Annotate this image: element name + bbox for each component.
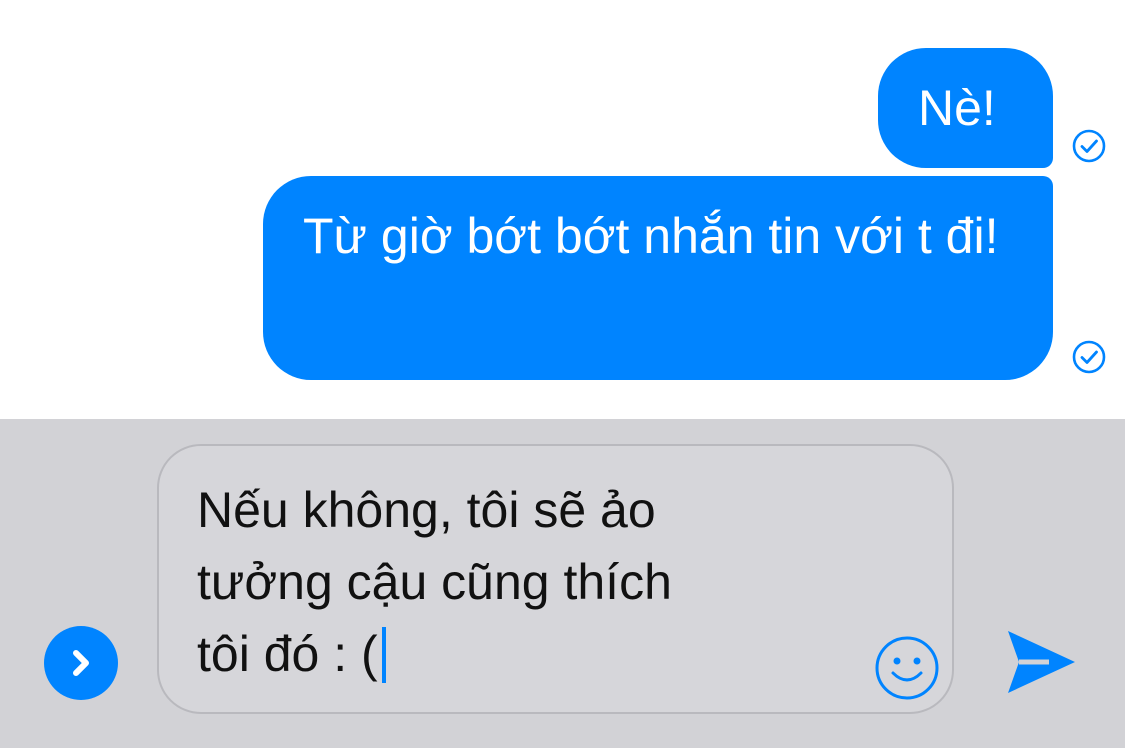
expand-actions-button[interactable]: [44, 626, 118, 700]
text-caret: [381, 627, 386, 683]
message-list: Nè! Từ giờ bớt bớt nhắn tin với t đi!: [0, 0, 1125, 419]
message-input-text: Nếu không, tôi sẽ ảo tưởng cậu cũng thíc…: [197, 474, 797, 690]
message-text: Từ giờ bớt bớt nhắn tin với t đi!: [303, 208, 999, 264]
outgoing-message[interactable]: Nè!: [878, 48, 1053, 168]
chevron-right-icon: [73, 650, 89, 676]
outgoing-message[interactable]: Từ giờ bớt bớt nhắn tin với t đi!: [263, 176, 1053, 380]
smiley-icon[interactable]: [873, 634, 941, 702]
send-icon[interactable]: [1005, 627, 1077, 697]
draft-text: Nếu không, tôi sẽ ảo tưởng cậu cũng thíc…: [197, 482, 672, 682]
read-check-icon: [1072, 340, 1106, 374]
message-input[interactable]: Nếu không, tôi sẽ ảo tưởng cậu cũng thíc…: [157, 444, 954, 714]
message-text: Nè!: [918, 80, 996, 136]
read-check-icon: [1072, 129, 1106, 163]
message-composer: Nếu không, tôi sẽ ảo tưởng cậu cũng thíc…: [0, 419, 1125, 748]
